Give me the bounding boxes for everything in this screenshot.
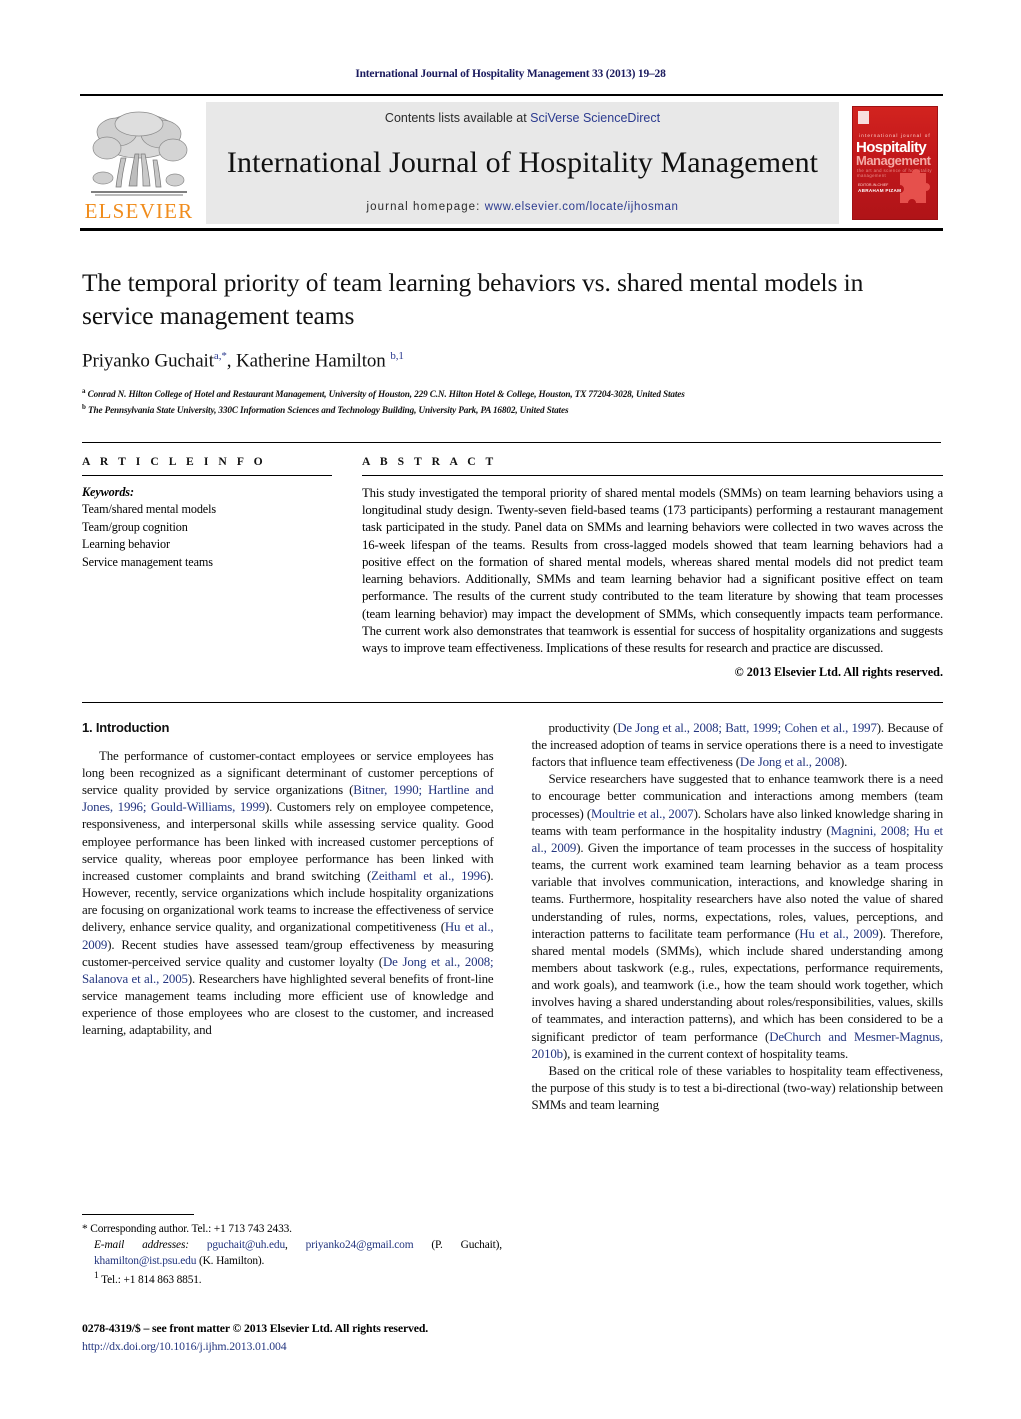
affiliation-a-marker: a (82, 386, 86, 395)
abstract-heading: A B S T R A C T (362, 454, 497, 468)
section-heading-introduction: 1. Introduction (82, 719, 170, 735)
abstract-copyright: © 2013 Elsevier Ltd. All rights reserved… (734, 664, 943, 679)
paragraph: productivity (De Jong et al., 2008; Batt… (531, 720, 944, 770)
footnote-divider (82, 1214, 194, 1215)
affiliation-a-text: Conrad N. Hilton College of Hotel and Re… (87, 388, 685, 399)
elsevier-logo: ELSEVIER (80, 102, 198, 224)
divider-above-abstract (82, 441, 941, 443)
contents-prefix: Contents lists available at (384, 111, 531, 125)
footnotes-block: * Corresponding author. Tel.: +1 713 743… (82, 1214, 502, 1288)
running-head: International Journal of Hospitality Man… (355, 68, 666, 80)
keyword-item: Service management teams (82, 554, 213, 569)
divider-below-abstract (82, 701, 943, 703)
issn-front-matter: 0278-4319/$ – see front matter © 2013 El… (82, 1321, 429, 1335)
article-info-heading: A R T I C L E I N F O (82, 454, 267, 468)
keyword-item: Learning behavior (82, 537, 170, 552)
affiliation-a: a Conrad N. Hilton College of Hotel and … (82, 386, 941, 402)
journal-cover-wrap: international journal of Hospitality Man… (847, 102, 943, 224)
keywords-label: Keywords: (82, 484, 134, 499)
cover-title-line2: Management (856, 153, 931, 168)
footnote-telephone: 1 Tel.: +1 814 863 8851. (94, 1270, 202, 1286)
journal-cover-image: international journal of Hospitality Man… (852, 106, 938, 220)
abstract-text: This study investigated the temporal pri… (362, 485, 943, 656)
abstract-divider (362, 474, 943, 476)
affiliation-b-marker: b (82, 402, 86, 411)
homepage-prefix: journal homepage: (366, 201, 485, 213)
keyword-item: Team/shared mental models (82, 502, 217, 517)
footnote-email-addresses: E-mail addresses: pguchait@uh.edu, priya… (94, 1239, 502, 1268)
cover-elsevier-mark (858, 111, 869, 124)
journal-homepage-line: journal homepage: www.elsevier.com/locat… (367, 201, 679, 213)
paragraph: Based on the critical role of these vari… (531, 1063, 944, 1113)
cover-editor-label: EDITOR-IN-CHIEF (858, 183, 889, 187)
journal-homepage-url[interactable]: www.elsevier.com/locate/ijhosman (485, 201, 679, 213)
article-info-column: A R T I C L E I N F O Keywords: Team/sha… (82, 455, 332, 680)
paragraph: The performance of customer-contact empl… (82, 748, 494, 1038)
sciencedirect-link[interactable]: SciVerse ScienceDirect (530, 111, 660, 125)
body-column-left: 1. Introduction The performance of custo… (82, 720, 494, 1115)
body-column-right: productivity (De Jong et al., 2008; Batt… (532, 720, 944, 1115)
body-columns: 1. Introduction The performance of custo… (82, 720, 943, 1115)
journal-article-page: International Journal of Hospitality Man… (0, 68, 1021, 1419)
affiliation-b: b The Pennsylvania State University, 330… (82, 402, 941, 418)
footnote-corresponding-author: * Corresponding author. Tel.: +1 713 743… (82, 1223, 292, 1235)
affiliations: a Conrad N. Hilton College of Hotel and … (82, 386, 941, 418)
paragraph: Service researchers have suggested that … (531, 772, 944, 1061)
page-title: The temporal priority of team learning b… (82, 268, 864, 330)
contents-lists-line: Contents lists available at SciVerse Sci… (385, 111, 660, 125)
masthead-center: Contents lists available at SciVerse Sci… (206, 102, 839, 224)
doi-link[interactable]: http://dx.doi.org/10.1016/j.ijhm.2013.01… (82, 1338, 512, 1356)
journal-title: International Journal of Hospitality Man… (226, 146, 819, 179)
cover-subtitle: international journal of (859, 133, 931, 138)
info-abstract-row: A R T I C L E I N F O Keywords: Team/sha… (82, 455, 943, 680)
elsevier-wordmark: ELSEVIER (84, 199, 194, 223)
article-info-divider (82, 474, 332, 476)
keywords-block: Keywords: Team/shared mental models Team… (82, 484, 332, 572)
author-list: Priyanko Guchaita,*, Katherine Hamilton … (82, 350, 404, 372)
abstract-column: A B S T R A C T This study investigated … (362, 455, 943, 680)
article-title-block: The temporal priority of team learning b… (82, 267, 941, 418)
keyword-item: Team/group cognition (82, 519, 188, 534)
affiliation-b-text: The Pennsylvania State University, 330C … (87, 404, 569, 415)
imprint-block: 0278-4319/$ – see front matter © 2013 El… (82, 1320, 512, 1355)
journal-masthead: ELSEVIER Contents lists available at Sci… (80, 94, 943, 231)
elsevier-tree-icon (91, 111, 188, 196)
puzzle-piece-icon (900, 169, 930, 203)
